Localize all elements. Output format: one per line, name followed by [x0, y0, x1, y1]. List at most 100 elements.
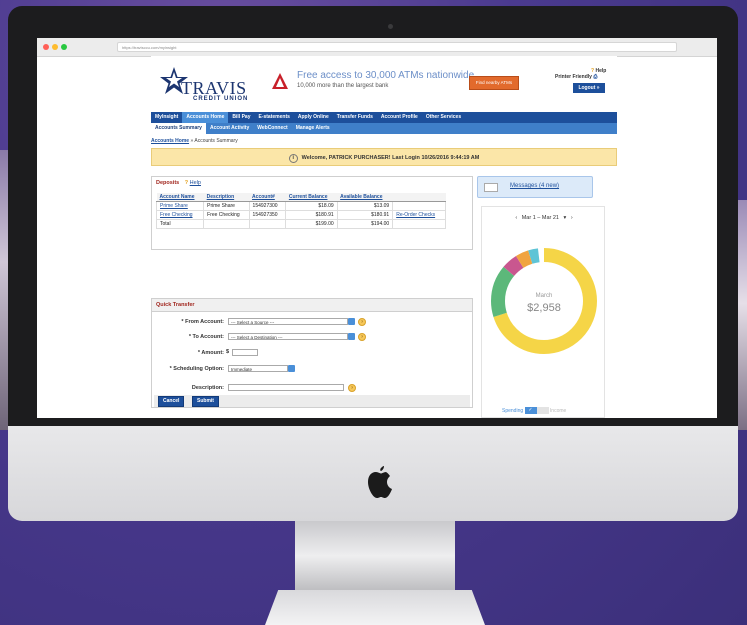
donut-total: $2,958	[527, 302, 561, 314]
col-account-number[interactable]: Account#	[249, 193, 286, 202]
spending-donut-chart: March $2,958	[491, 248, 597, 354]
col-available-balance[interactable]: Available Balance	[337, 193, 393, 202]
primary-nav: MyInsight Accounts Home Bill Pay E-state…	[151, 112, 617, 123]
col-current-balance[interactable]: Current Balance	[285, 193, 338, 202]
find-atms-button[interactable]: Find nearby ATMs	[469, 76, 519, 90]
apple-logo-icon	[365, 466, 395, 509]
breadcrumb-current: Accounts Summary	[194, 138, 238, 144]
nav-e-statements[interactable]: E-statements	[254, 112, 293, 123]
help-icon[interactable]: ?	[348, 384, 356, 392]
toggle-off[interactable]	[536, 407, 549, 414]
empty-cell	[203, 219, 250, 229]
table-row: Prime Share Prime Share 154927300 $18.09…	[155, 201, 446, 211]
nav-account-profile[interactable]: Account Profile	[377, 112, 422, 123]
account-name-link[interactable]: Free Checking	[155, 210, 205, 220]
monitor-stand-base	[265, 590, 485, 625]
nav-bill-pay[interactable]: Bill Pay	[228, 112, 254, 123]
total-current-balance: $199.00	[285, 219, 338, 229]
chevron-right-icon[interactable]: ›	[571, 215, 573, 221]
nav-transfer-funds[interactable]: Transfer Funds	[333, 112, 377, 123]
account-name-link[interactable]: Prime Share	[155, 201, 205, 211]
cancel-button[interactable]: Cancel	[158, 396, 185, 407]
camera-icon	[388, 24, 393, 29]
donut-month: March	[536, 293, 553, 299]
deposits-panel: Deposits ? Help Account Name Description…	[151, 176, 473, 250]
printer-friendly-link[interactable]: Printer Friendly ⎙	[555, 74, 597, 80]
secondary-nav: Accounts Summary Account Activity WebCon…	[151, 123, 617, 134]
amount-label: * Amount:	[197, 350, 224, 356]
close-window-icon[interactable]	[43, 44, 49, 50]
chevron-down-icon[interactable]	[348, 333, 355, 340]
logo-subtitle: CREDIT UNION	[193, 96, 249, 102]
bank-page: TRAVIS CREDIT UNION Free access to 30,00…	[151, 56, 617, 418]
nav-myinsight[interactable]: MyInsight	[151, 112, 182, 123]
reorder-checks-link[interactable]: Re-Order Checks	[392, 210, 446, 220]
total-label: Total	[155, 219, 205, 229]
chevron-down-icon[interactable]: ▾	[564, 215, 567, 221]
printer-friendly-label: Printer Friendly	[555, 74, 592, 80]
tab-account-activity[interactable]: Account Activity	[206, 123, 253, 134]
browser-toolbar: https://travisccu.com/myinsight	[37, 38, 717, 57]
to-account-select[interactable]: --- Select a Destination ---	[228, 333, 348, 340]
deposits-title: Deposits	[156, 180, 180, 186]
account-number: 154927300	[248, 201, 287, 211]
monitor-stand	[295, 521, 455, 591]
from-account-select[interactable]: --- Select a Source ---	[228, 318, 348, 325]
current-balance: $180.91	[285, 210, 338, 220]
to-account-label: * To Account:	[188, 334, 224, 340]
total-available-balance: $194.00	[336, 219, 394, 229]
tab-manage-alerts[interactable]: Manage Alerts	[292, 123, 334, 134]
table-row: Free Checking Free Checking 154927350 $1…	[155, 210, 446, 220]
chevron-down-icon[interactable]	[288, 365, 295, 372]
scheduling-option-select[interactable]: Immediate	[228, 365, 288, 372]
screen: https://travisccu.com/myinsight TRAVIS C…	[37, 38, 717, 418]
deposits-help-link[interactable]: Help	[190, 180, 201, 186]
col-actions	[392, 193, 446, 202]
empty-cell	[392, 219, 446, 229]
empty-cell	[248, 219, 287, 229]
chevron-left-icon[interactable]: ‹	[515, 215, 517, 221]
spending-income-toggle[interactable]: Spending ✓ Income	[502, 407, 566, 414]
amount-input[interactable]	[232, 349, 258, 356]
address-bar[interactable]: https://travisccu.com/myinsight	[117, 42, 677, 52]
from-account-label: * From Account:	[181, 319, 224, 325]
help-icon[interactable]: ?	[358, 318, 366, 326]
nav-accounts-home[interactable]: Accounts Home	[182, 112, 229, 123]
tab-accounts-summary[interactable]: Accounts Summary	[151, 123, 206, 134]
date-range-nav: ‹ Mar 1 – Mar 21 ▾ ›	[482, 215, 606, 221]
checkmark-icon[interactable]: ✓	[524, 407, 537, 414]
messages-widget[interactable]: Messages (4 new)	[477, 176, 593, 198]
promo-subline: 10,000 more than the largest bank	[297, 83, 389, 89]
quick-transfer-title: Quick Transfer	[152, 299, 472, 312]
breadcrumb: Accounts Home » Accounts Summary	[151, 138, 238, 144]
deposits-header: Deposits ? Help	[152, 177, 472, 189]
available-balance: $13.09	[336, 201, 394, 211]
nav-other-services[interactable]: Other Services	[422, 112, 465, 123]
help-icon[interactable]: ?	[358, 333, 366, 341]
maximize-window-icon[interactable]	[61, 44, 67, 50]
printer-icon: ⎙	[593, 74, 598, 80]
spending-label: Spending	[502, 407, 524, 414]
account-description: Prime Share	[203, 201, 250, 211]
deposits-table: Account Name Description Account# Curren…	[155, 193, 446, 229]
description-input[interactable]	[228, 384, 344, 391]
date-range: Mar 1 – Mar 21	[521, 215, 559, 221]
chevron-down-icon[interactable]	[348, 318, 355, 325]
col-description[interactable]: Description	[203, 193, 250, 202]
logout-button[interactable]: Logout »	[573, 83, 605, 93]
info-icon: i	[288, 154, 298, 163]
account-number: 154927350	[248, 210, 287, 220]
minimize-window-icon[interactable]	[52, 44, 58, 50]
nav-apply-online[interactable]: Apply Online	[294, 112, 333, 123]
breadcrumb-accounts-home[interactable]: Accounts Home	[151, 138, 189, 144]
tab-webconnect[interactable]: WebConnect	[253, 123, 291, 134]
submit-button[interactable]: Submit	[192, 396, 219, 407]
col-account-name[interactable]: Account Name	[156, 193, 204, 202]
welcome-text: Welcome, PATRICK PURCHASER! Last Login 1…	[301, 155, 480, 161]
messages-link[interactable]: Messages (4 new)	[510, 183, 559, 189]
quick-transfer-panel: Quick Transfer * From Account: --- Selec…	[151, 298, 473, 408]
envelope-icon	[484, 183, 498, 192]
account-description: Free Checking	[203, 210, 250, 220]
atm-network-logo-icon	[272, 73, 288, 89]
income-label: Income	[549, 407, 567, 414]
